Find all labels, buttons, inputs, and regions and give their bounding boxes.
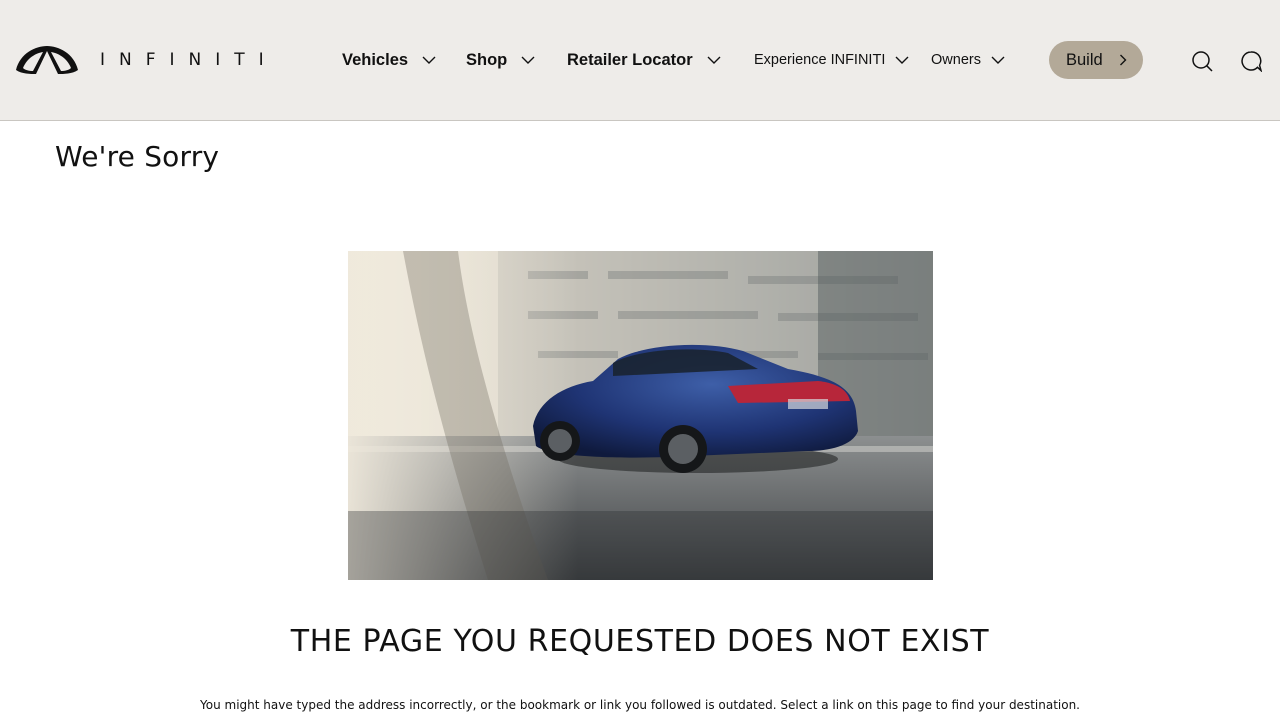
search-button[interactable] xyxy=(1191,50,1213,72)
brand-wordmark: INFINITI xyxy=(100,50,278,70)
chat-icon xyxy=(1241,51,1262,72)
chevron-right-icon xyxy=(1120,54,1127,66)
nav-vehicles[interactable]: Vehicles xyxy=(342,48,436,72)
nav-retailer-locator[interactable]: Retailer Locator xyxy=(567,48,721,72)
error-message: You might have typed the address incorre… xyxy=(200,698,1080,712)
nav-label: Owners xyxy=(931,52,981,68)
nav-shop[interactable]: Shop xyxy=(466,48,535,72)
chevron-down-icon xyxy=(991,56,1005,64)
chevron-down-icon xyxy=(422,56,436,64)
page-title: We're Sorry xyxy=(55,140,220,173)
nav-experience-infiniti[interactable]: Experience INFINITI xyxy=(754,48,909,72)
search-icon xyxy=(1192,51,1213,72)
build-button-label: Build xyxy=(1066,50,1103,69)
nav-label: Shop xyxy=(466,50,508,69)
build-button[interactable]: Build xyxy=(1049,41,1143,79)
infiniti-logo[interactable]: INFINITI xyxy=(14,43,278,77)
nav-label: Experience INFINITI xyxy=(754,52,886,68)
nav-label: Retailer Locator xyxy=(567,50,693,69)
hero-image xyxy=(348,251,933,580)
chat-button[interactable] xyxy=(1240,50,1262,72)
chevron-down-icon xyxy=(521,56,535,64)
nav-owners[interactable]: Owners xyxy=(931,48,1005,72)
site-header: INFINITI Vehicles Shop Retailer Locator … xyxy=(0,0,1280,121)
blue-sedan-photo xyxy=(348,251,933,580)
error-heading: THE PAGE YOU REQUESTED DOES NOT EXIST xyxy=(290,624,990,659)
nav-label: Vehicles xyxy=(342,50,409,69)
chevron-down-icon xyxy=(895,56,909,64)
chevron-down-icon xyxy=(707,56,721,64)
infiniti-emblem-icon xyxy=(16,46,78,74)
